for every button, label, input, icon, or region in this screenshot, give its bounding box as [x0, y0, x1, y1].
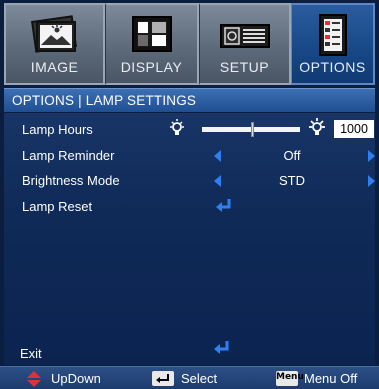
setup-icon	[217, 13, 273, 57]
row-exit[interactable]: Exit	[16, 341, 376, 365]
updown-icon	[27, 371, 41, 387]
right-arrow-icon[interactable]	[368, 175, 375, 187]
tab-display[interactable]: DISPLAY	[105, 3, 199, 85]
image-icon	[27, 13, 83, 57]
lamp-hours-value: 1000	[334, 120, 374, 138]
hint-select-label: Select	[181, 371, 218, 386]
tab-image[interactable]: IMAGE	[4, 3, 105, 85]
tab-image-label: IMAGE	[30, 59, 79, 75]
row-lamp-reset[interactable]: Lamp Reset	[16, 196, 371, 218]
display-icon	[124, 13, 180, 57]
tab-setup-label: SETUP	[219, 59, 270, 75]
left-arrow-icon[interactable]	[214, 175, 221, 187]
slider-thumb[interactable]	[251, 122, 254, 137]
brightness-mode-value: STD	[279, 173, 305, 188]
menu-key-text: Menu	[276, 372, 304, 382]
menu-tabs: IMAGE DISPLAY SETUP OPTIONS	[4, 3, 375, 85]
lamp-hours-slider[interactable]	[202, 122, 300, 137]
options-icon	[305, 13, 361, 57]
tab-setup[interactable]: SETUP	[199, 3, 291, 85]
brightness-mode-label: Brightness Mode	[22, 173, 120, 188]
page-title: OPTIONS | LAMP SETTINGS	[12, 93, 197, 108]
enter-icon[interactable]	[213, 339, 231, 357]
row-brightness-mode[interactable]: Brightness Mode STD	[16, 170, 375, 192]
right-arrow-icon[interactable]	[368, 150, 375, 162]
tab-options-label: OPTIONS	[299, 59, 366, 75]
hint-menu-off-label: Menu Off	[304, 371, 358, 386]
row-lamp-reminder[interactable]: Lamp Reminder Off	[16, 145, 375, 167]
exit-label: Exit	[20, 346, 42, 361]
settings-panel: Lamp Hours 1000 Lamp Reminder Off Bright…	[4, 113, 375, 365]
hint-updown-label: UpDown	[51, 371, 101, 386]
tab-display-label: DISPLAY	[120, 59, 183, 75]
osd-menu: IMAGE DISPLAY SETUP OPTIONS OPTIONS | LA…	[0, 0, 379, 389]
left-arrow-icon[interactable]	[214, 150, 221, 162]
tab-options[interactable]: OPTIONS	[291, 3, 375, 85]
bulb-dim-icon	[170, 119, 184, 135]
menu-key-icon: Menu	[276, 371, 304, 386]
lamp-hours-label: Lamp Hours	[22, 122, 93, 137]
enter-icon[interactable]	[215, 197, 233, 215]
row-lamp-hours[interactable]: Lamp Hours 1000	[16, 118, 374, 141]
lamp-reminder-label: Lamp Reminder	[22, 148, 115, 163]
footer-hints: UpDown Select Menu Menu Off	[0, 366, 379, 389]
enter-key-icon	[152, 371, 174, 386]
lamp-reset-label: Lamp Reset	[22, 199, 93, 214]
section-header: OPTIONS | LAMP SETTINGS	[4, 88, 375, 112]
bulb-bright-icon	[309, 118, 325, 135]
lamp-reminder-value: Off	[283, 148, 301, 163]
